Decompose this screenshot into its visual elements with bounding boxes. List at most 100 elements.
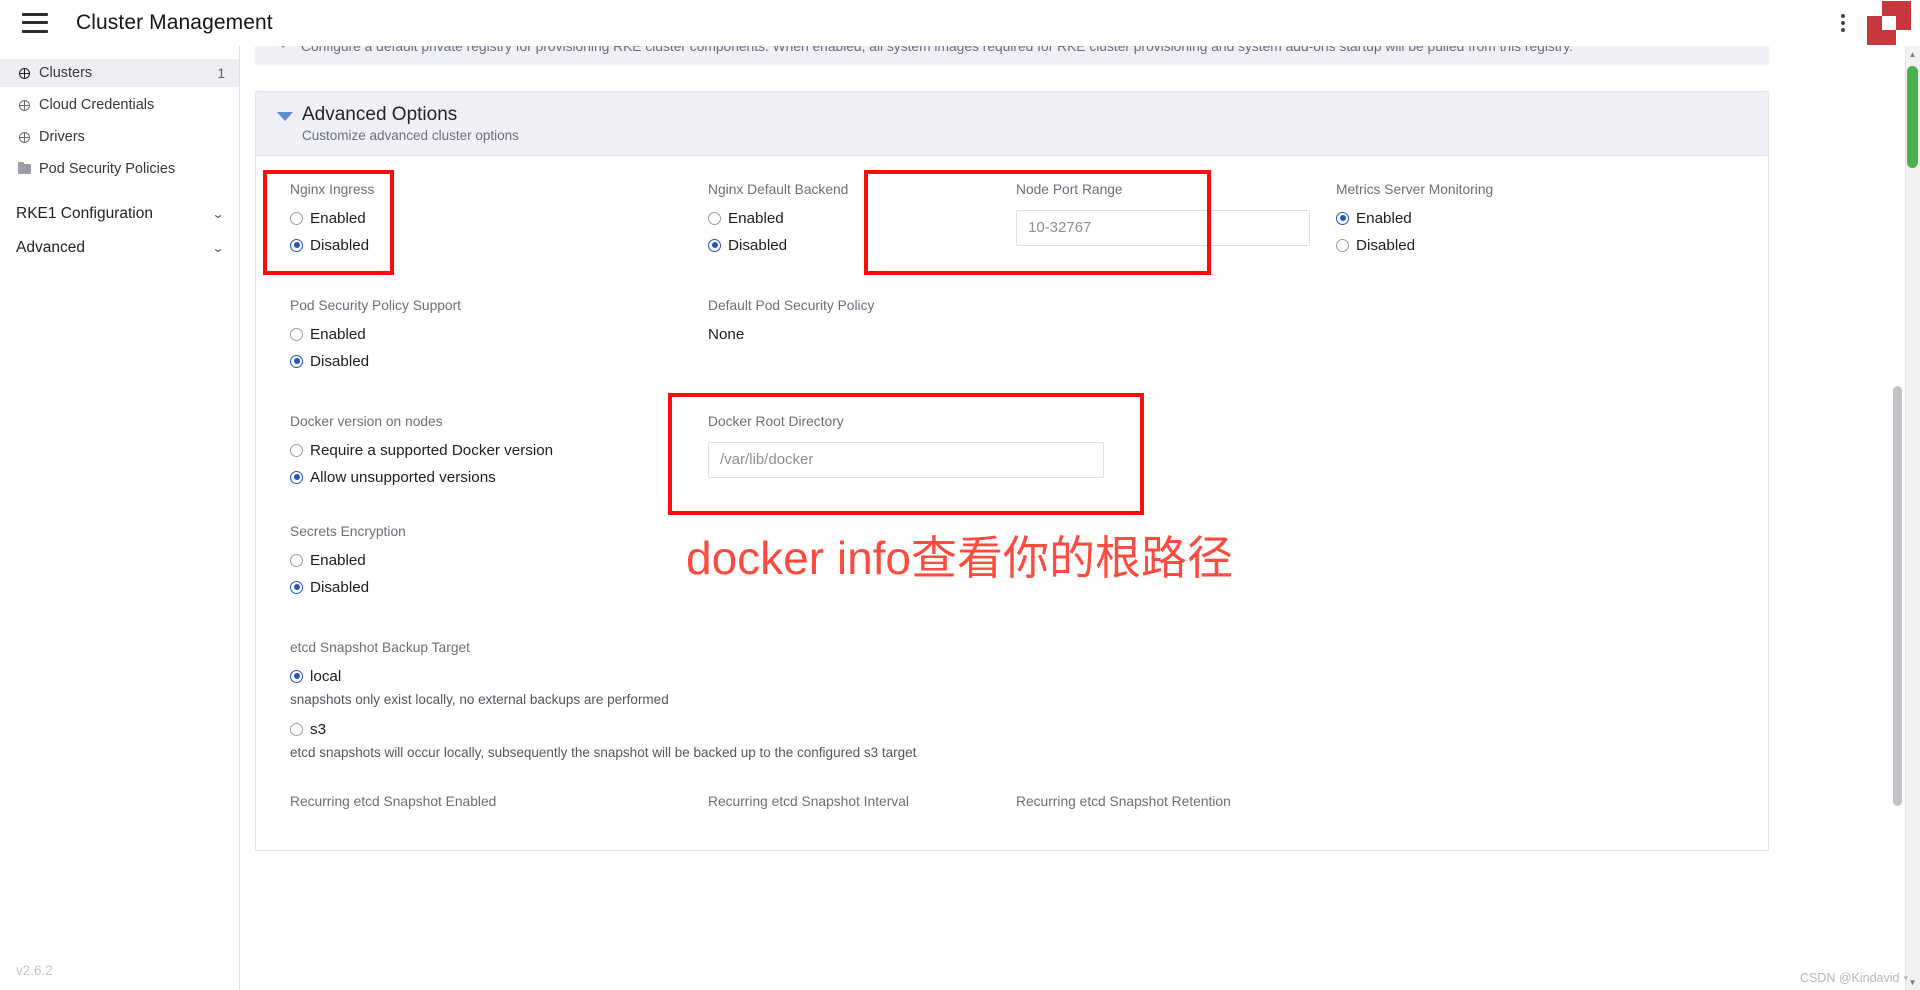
sidebar-item-pod-security-policies[interactable]: Pod Security Policies [0, 155, 239, 183]
page-scrollbar-thumb[interactable] [1907, 66, 1918, 168]
inner-scrollbar-track[interactable] [1890, 46, 1904, 990]
radio-icon[interactable] [290, 553, 303, 567]
radio-icon[interactable] [290, 722, 303, 736]
banner-text: Configure a default private registry for… [301, 46, 1573, 54]
radio-label[interactable]: Enabled [1356, 210, 1412, 227]
caret-down-icon[interactable] [277, 112, 293, 121]
sidebar-group-advanced[interactable]: Advanced ⌄ [0, 231, 239, 265]
sidebar-group-rke1-configuration[interactable]: RKE1 Configuration ⌄ [0, 197, 239, 231]
nginx-default-backend-enabled-option[interactable]: Enabled [708, 210, 1016, 227]
etcd-target-s3-option[interactable]: s3 [290, 721, 1736, 738]
docker-version-on-nodes-field: Docker version on nodes Require a suppor… [290, 414, 708, 496]
radio-icon-selected[interactable] [708, 238, 721, 252]
node-port-range-input[interactable]: 10-32767 [1016, 209, 1310, 246]
nginx-ingress-disabled-option[interactable]: Disabled [290, 237, 708, 254]
inner-scrollbar-thumb[interactable] [1893, 386, 1902, 806]
rancher-logo[interactable] [1866, 0, 1912, 46]
watermark-text: CSDN @Kindavid [1799, 971, 1900, 985]
recurring-etcd-snapshot-enabled-label: Recurring etcd Snapshot Enabled [290, 793, 497, 809]
sidebar-item-label: Cloud Credentials [39, 97, 155, 113]
default-pod-security-policy-field: Default Pod Security Policy None [708, 298, 1016, 380]
globe-icon [16, 99, 32, 111]
sidebar-group-label: Advanced [16, 239, 85, 256]
psp-support-enabled-option[interactable]: Enabled [290, 326, 708, 343]
radio-label[interactable]: s3 [310, 721, 326, 738]
default-pod-security-policy-label: Default Pod Security Policy [708, 297, 875, 313]
radio-icon-selected[interactable] [1336, 211, 1349, 225]
sidebar-item-drivers[interactable]: Drivers [0, 123, 239, 151]
radio-label[interactable]: local [310, 668, 341, 685]
radio-icon-selected[interactable] [290, 238, 303, 252]
etcd-snapshot-backup-target-label: etcd Snapshot Backup Target [290, 639, 470, 655]
sidebar-item-count: 1 [217, 65, 225, 81]
scroll-up-arrow[interactable]: ▲ [1905, 46, 1920, 62]
options-row-6-cutoff: Recurring etcd Snapshot Enabled Recurrin… [290, 794, 1736, 810]
nginx-ingress-field: Nginx Ingress Enabled Disabled [290, 182, 708, 264]
default-pod-security-policy-value: None [708, 325, 745, 343]
row4-spacer-c [1336, 524, 1736, 606]
docker-version-require-option[interactable]: Require a supported Docker version [290, 442, 708, 459]
secrets-encryption-field: Secrets Encryption Enabled Disabled [290, 524, 708, 606]
radio-label[interactable]: Disabled [310, 579, 369, 596]
radio-label[interactable]: Enabled [728, 210, 784, 227]
hamburger-icon[interactable] [22, 12, 48, 33]
node-port-range-field: Node Port Range 10-32767 [1016, 182, 1336, 264]
caret-down-icon[interactable] [276, 46, 290, 48]
nginx-default-backend-disabled-option[interactable]: Disabled [708, 237, 1016, 254]
nginx-default-backend-label: Nginx Default Backend [708, 181, 849, 197]
metrics-server-enabled-option[interactable]: Enabled [1336, 210, 1736, 227]
app-root: Cluster Management Clusters 1 Cloud Cred… [0, 0, 1920, 990]
row3-spacer [1336, 414, 1736, 496]
watermark: CSDN @Kindavid ▾ [1800, 971, 1908, 985]
radio-icon[interactable] [290, 443, 303, 457]
radio-label[interactable]: Disabled [310, 237, 369, 254]
psp-support-disabled-option[interactable]: Disabled [290, 353, 708, 370]
scroll-content: Configure a default private registry for… [241, 46, 1903, 851]
pod-security-policy-support-label: Pod Security Policy Support [290, 297, 462, 313]
sidebar-item-label: Clusters [39, 65, 93, 81]
radio-icon[interactable] [708, 211, 721, 225]
options-row-3: Docker version on nodes Require a suppor… [290, 414, 1736, 496]
recurring-etcd-snapshot-interval-label: Recurring etcd Snapshot Interval [708, 793, 909, 809]
radio-label[interactable]: Enabled [310, 210, 366, 227]
radio-label[interactable]: Require a supported Docker version [310, 442, 553, 459]
radio-label[interactable]: Enabled [310, 552, 366, 569]
metrics-server-monitoring-label: Metrics Server Monitoring [1336, 181, 1494, 197]
advanced-options-header[interactable]: Advanced Options Customize advanced clus… [256, 92, 1768, 156]
nginx-ingress-enabled-option[interactable]: Enabled [290, 210, 708, 227]
docker-root-directory-field: Docker Root Directory /var/lib/docker [708, 414, 1336, 496]
sidebar-item-cloud-credentials[interactable]: Cloud Credentials [0, 91, 239, 119]
secrets-encryption-disabled-option[interactable]: Disabled [290, 579, 708, 596]
chevron-down-icon: ▾ [1903, 972, 1908, 983]
metrics-server-disabled-option[interactable]: Disabled [1336, 237, 1736, 254]
docker-version-on-nodes-label: Docker version on nodes [290, 413, 443, 429]
radio-icon[interactable] [290, 211, 303, 225]
radio-label[interactable]: Disabled [728, 237, 787, 254]
docker-root-directory-input[interactable]: /var/lib/docker [708, 441, 1104, 478]
more-vertical-icon[interactable] [1828, 8, 1858, 38]
radio-icon-selected[interactable] [290, 354, 303, 368]
folder-icon [16, 161, 32, 174]
secrets-encryption-enabled-option[interactable]: Enabled [290, 552, 708, 569]
radio-icon-selected[interactable] [290, 470, 303, 484]
chevron-down-icon: ⌄ [211, 241, 225, 255]
radio-label[interactable]: Disabled [310, 353, 369, 370]
radio-icon[interactable] [1336, 238, 1349, 252]
docker-version-allow-option[interactable]: Allow unsupported versions [290, 469, 708, 486]
page-scrollbar-track[interactable]: ▲ ▼ [1905, 46, 1920, 990]
advanced-options-body: Nginx Ingress Enabled Disabled Nginx Def… [256, 156, 1768, 850]
etcd-snapshot-backup-target-field: etcd Snapshot Backup Target local snapsh… [290, 640, 1736, 760]
pod-security-policy-support-field: Pod Security Policy Support Enabled Disa… [290, 298, 708, 380]
sidebar-item-clusters[interactable]: Clusters 1 [0, 59, 239, 87]
globe-icon [16, 67, 32, 79]
radio-icon-selected[interactable] [290, 669, 303, 683]
radio-icon[interactable] [290, 327, 303, 341]
chevron-down-icon: ⌄ [211, 207, 225, 221]
radio-icon-selected[interactable] [290, 580, 303, 594]
version-label: v2.6.2 [16, 963, 53, 978]
radio-label[interactable]: Disabled [1356, 237, 1415, 254]
radio-label[interactable]: Enabled [310, 326, 366, 343]
nginx-default-backend-field: Nginx Default Backend Enabled Disabled [708, 182, 1016, 264]
radio-label[interactable]: Allow unsupported versions [310, 469, 496, 486]
etcd-target-local-option[interactable]: local [290, 668, 1736, 685]
